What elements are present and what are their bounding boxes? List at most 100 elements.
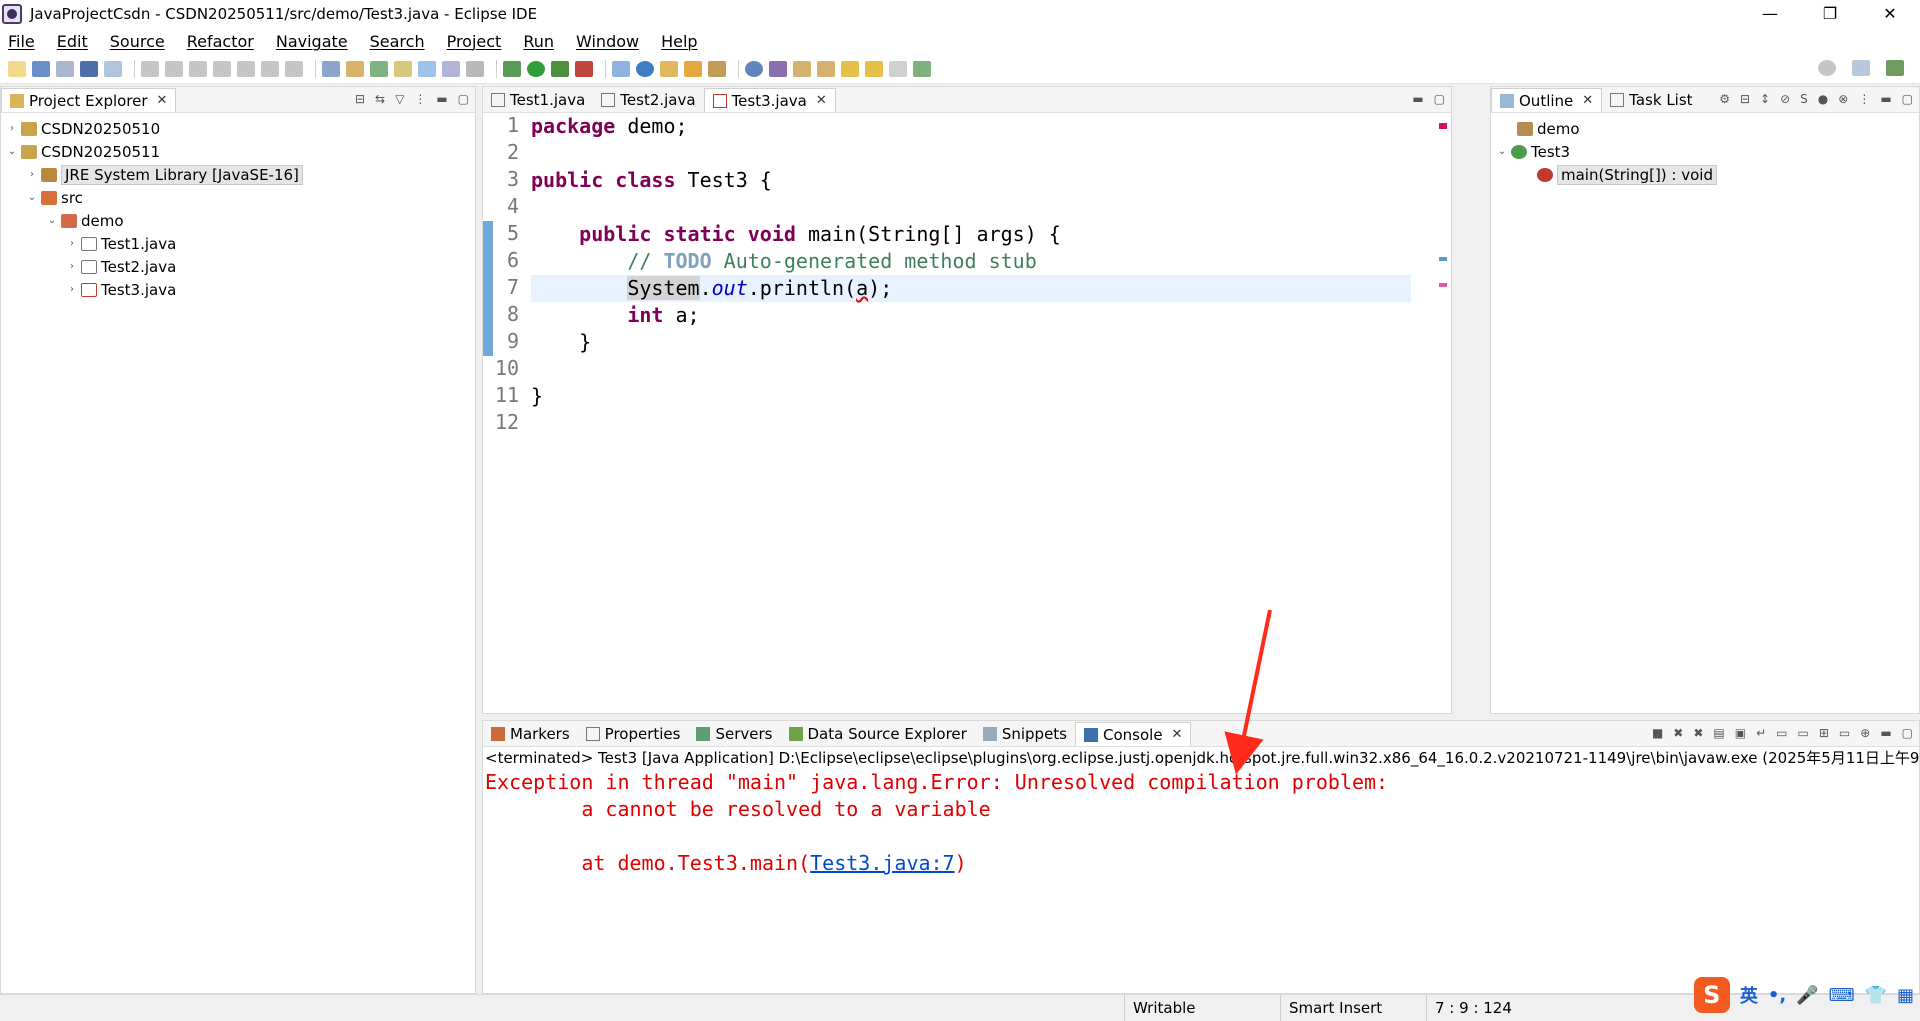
link-editor-icon[interactable]: ⇆: [375, 92, 385, 106]
next-annotation-icon[interactable]: [793, 60, 811, 77]
highlight-icon[interactable]: [394, 60, 412, 77]
tab-snippets[interactable]: Snippets: [975, 722, 1075, 746]
remove-all-icon[interactable]: ✖: [1693, 726, 1703, 740]
collapse-all-icon[interactable]: ⊟: [355, 92, 365, 106]
collapse-all-icon[interactable]: ⊟: [1740, 92, 1750, 106]
tab-task-list[interactable]: Task List: [1602, 88, 1700, 112]
open-type-icon[interactable]: [660, 60, 678, 77]
ime-language[interactable]: 英: [1740, 982, 1758, 1008]
punctuation-icon[interactable]: •,: [1768, 985, 1786, 1006]
save-icon[interactable]: [32, 60, 50, 77]
menu-file[interactable]: File: [8, 32, 35, 51]
minimize-view-icon[interactable]: ▬: [1880, 92, 1891, 106]
tree-item-project[interactable]: ⌄ CSDN20250511: [1, 140, 475, 163]
outline-item-class[interactable]: ⌄ Test3: [1491, 140, 1919, 163]
menu-search[interactable]: Search: [370, 32, 425, 51]
menu-help[interactable]: Help: [661, 32, 697, 51]
editor-horizontal-scrollbar[interactable]: [523, 699, 1435, 713]
close-icon[interactable]: ✕: [1172, 727, 1183, 742]
stack-trace-link[interactable]: Test3.java:7: [810, 851, 955, 875]
tab-properties[interactable]: Properties: [578, 722, 689, 746]
menu-refactor[interactable]: Refactor: [187, 32, 254, 51]
view-menu-icon[interactable]: ⋮: [1858, 92, 1870, 106]
menu-edit[interactable]: Edit: [57, 32, 88, 51]
pin-icon[interactable]: [769, 60, 787, 77]
focus-icon[interactable]: ⚙: [1719, 92, 1730, 106]
expand-icon[interactable]: ›: [65, 238, 79, 249]
tab-outline[interactable]: Outline ✕: [1491, 88, 1603, 112]
collapse-icon[interactable]: ⌄: [25, 192, 39, 203]
suspend-icon[interactable]: [165, 60, 183, 77]
outline-item-package[interactable]: demo: [1491, 117, 1919, 140]
tree-item-project[interactable]: › CSDN20250510: [1, 117, 475, 140]
minimize-view-icon[interactable]: ▬: [1412, 92, 1423, 106]
previous-annotation-icon[interactable]: [817, 60, 835, 77]
debug-icon[interactable]: [503, 60, 521, 77]
close-button[interactable]: ✕: [1860, 0, 1920, 28]
expand-icon[interactable]: ›: [65, 284, 79, 295]
word-wrap-icon[interactable]: ↵: [1756, 726, 1766, 740]
show-on-error-icon[interactable]: ▭: [1798, 726, 1809, 740]
expand-icon[interactable]: ›: [25, 169, 39, 180]
perspective-switch-icon[interactable]: [1852, 60, 1870, 76]
minimize-view-icon[interactable]: ▬: [1880, 726, 1891, 740]
close-icon[interactable]: ✕: [1582, 93, 1593, 108]
resume-icon[interactable]: [141, 60, 159, 77]
mark-occurrences-icon[interactable]: [418, 60, 436, 77]
filter-icon[interactable]: ▽: [395, 92, 404, 106]
tree-item-file[interactable]: › Test2.java: [1, 255, 475, 278]
hide-fields-icon[interactable]: ⊘: [1780, 92, 1790, 106]
menu-run[interactable]: Run: [523, 32, 554, 51]
tab-console[interactable]: Console ✕: [1075, 722, 1192, 746]
tab-project-explorer[interactable]: Project Explorer ✕: [1, 88, 177, 112]
new-class-icon[interactable]: [636, 60, 654, 77]
step-over-icon[interactable]: [261, 60, 279, 77]
maximize-view-icon[interactable]: ▢: [458, 92, 469, 106]
expand-icon[interactable]: ›: [65, 261, 79, 272]
expand-icon[interactable]: ›: [5, 123, 19, 134]
menu-grid-icon[interactable]: ▦: [1897, 985, 1914, 1006]
last-edit-icon[interactable]: [841, 60, 859, 77]
display-console-icon[interactable]: ▭: [1839, 726, 1850, 740]
maximize-view-icon[interactable]: ▢: [1902, 726, 1913, 740]
tab-data-source-explorer[interactable]: Data Source Explorer: [781, 722, 975, 746]
maximize-view-icon[interactable]: ▢: [1902, 92, 1913, 106]
terminal-icon[interactable]: [80, 60, 98, 77]
terminate-icon[interactable]: ■: [1652, 726, 1663, 740]
tree-item-src[interactable]: ⌄ src: [1, 186, 475, 209]
menu-navigate[interactable]: Navigate: [276, 32, 348, 51]
tab-test3[interactable]: Test3.java ✕: [703, 88, 836, 112]
maximize-view-icon[interactable]: ▢: [1434, 92, 1445, 106]
remove-launch-icon[interactable]: ✖: [1673, 726, 1683, 740]
disconnect-icon[interactable]: [213, 60, 231, 77]
menu-window[interactable]: Window: [576, 32, 639, 51]
tab-test2[interactable]: Test2.java: [593, 88, 703, 112]
format-icon[interactable]: [322, 60, 340, 77]
web-browser-icon[interactable]: [745, 60, 763, 77]
collapse-icon[interactable]: ⌄: [45, 215, 59, 226]
terminate-icon[interactable]: [189, 60, 207, 77]
sort-icon[interactable]: ↕: [1760, 92, 1770, 106]
tree-item-file[interactable]: › Test1.java: [1, 232, 475, 255]
scroll-lock-icon[interactable]: ▣: [1735, 726, 1746, 740]
close-icon[interactable]: ✕: [816, 93, 827, 108]
toggle-block-icon[interactable]: [442, 60, 460, 77]
close-icon[interactable]: ✕: [157, 93, 168, 108]
search-file-icon[interactable]: [104, 60, 122, 77]
sogou-ime-icon[interactable]: S: [1693, 977, 1730, 1013]
console-output[interactable]: Exception in thread "main" java.lang.Err…: [483, 769, 1919, 877]
tree-item-package[interactable]: ⌄ demo: [1, 209, 475, 232]
open-folder-icon[interactable]: [684, 60, 702, 77]
quick-search-icon[interactable]: [1818, 60, 1836, 76]
editor-vertical-scrollbar[interactable]: [1435, 113, 1451, 699]
clear-console-icon[interactable]: ▤: [1713, 726, 1724, 740]
java-perspective-icon[interactable]: [370, 60, 388, 77]
java-perspective-button-icon[interactable]: [1886, 60, 1904, 76]
task-icon[interactable]: [346, 60, 364, 77]
whitespace-icon[interactable]: [466, 60, 484, 77]
menu-project[interactable]: Project: [447, 32, 502, 51]
pin-console-icon[interactable]: ⊞: [1819, 726, 1829, 740]
open-console-icon[interactable]: ⊕: [1860, 726, 1870, 740]
tree-item-jre-library[interactable]: › JRE System Library [JavaSE-16]: [1, 163, 475, 186]
keyboard-icon[interactable]: ⌨: [1829, 985, 1855, 1006]
